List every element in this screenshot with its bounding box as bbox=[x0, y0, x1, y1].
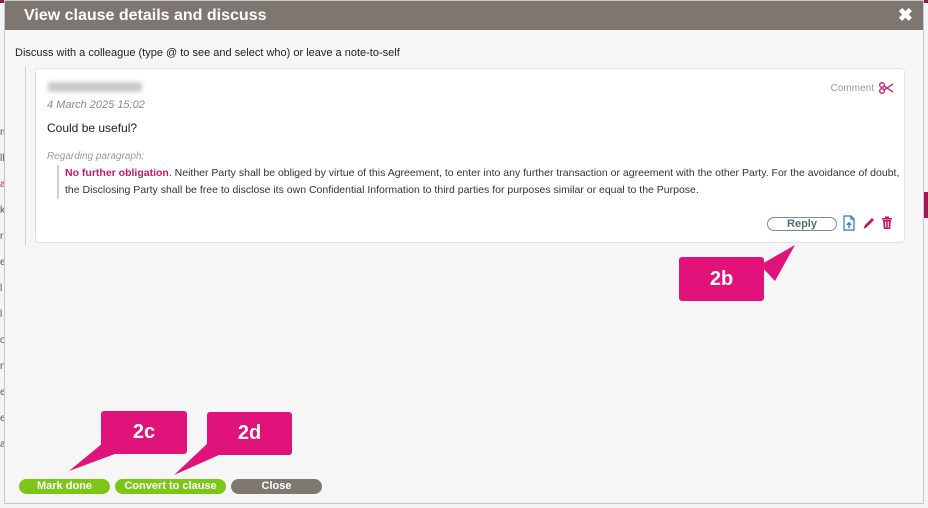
delete-icon[interactable] bbox=[879, 215, 895, 231]
comment-type-label: Comment bbox=[830, 83, 874, 94]
edit-icon[interactable] bbox=[861, 215, 877, 231]
paragraph-quote: No further obligation. Neither Party sha… bbox=[57, 165, 901, 199]
author-name-redacted bbox=[48, 82, 142, 92]
regarding-label: Regarding paragraph: bbox=[47, 151, 145, 162]
callout-2b: 2b bbox=[679, 257, 764, 301]
comment-body: Could be useful? bbox=[47, 121, 138, 135]
clause-dialog: View clause details and discuss ✖ Discus… bbox=[4, 0, 924, 504]
paragraph-title: No further obligation bbox=[65, 167, 169, 179]
thread-line bbox=[25, 67, 26, 245]
paragraph-text: . Neither Party shall be obliged by virt… bbox=[65, 167, 900, 196]
document-export-icon[interactable] bbox=[841, 215, 857, 231]
close-button[interactable]: Close bbox=[231, 479, 322, 494]
dialog-instruction: Discuss with a colleague (type @ to see … bbox=[15, 47, 400, 59]
scissors-icon[interactable] bbox=[878, 80, 894, 96]
comment-timestamp: 4 March 2025 15:02 bbox=[47, 99, 145, 111]
callout-2d: 2d bbox=[207, 412, 292, 455]
dialog-title: View clause details and discuss bbox=[24, 7, 267, 24]
close-icon[interactable]: ✖ bbox=[898, 5, 913, 26]
dialog-title-bar: View clause details and discuss ✖ bbox=[5, 1, 923, 30]
reply-button[interactable]: Reply bbox=[767, 217, 837, 231]
comment-card: 4 March 2025 15:02 Comment Could be usef… bbox=[35, 68, 905, 243]
convert-to-clause-button[interactable]: Convert to clause bbox=[115, 479, 226, 494]
mark-done-button[interactable]: Mark done bbox=[19, 479, 110, 494]
